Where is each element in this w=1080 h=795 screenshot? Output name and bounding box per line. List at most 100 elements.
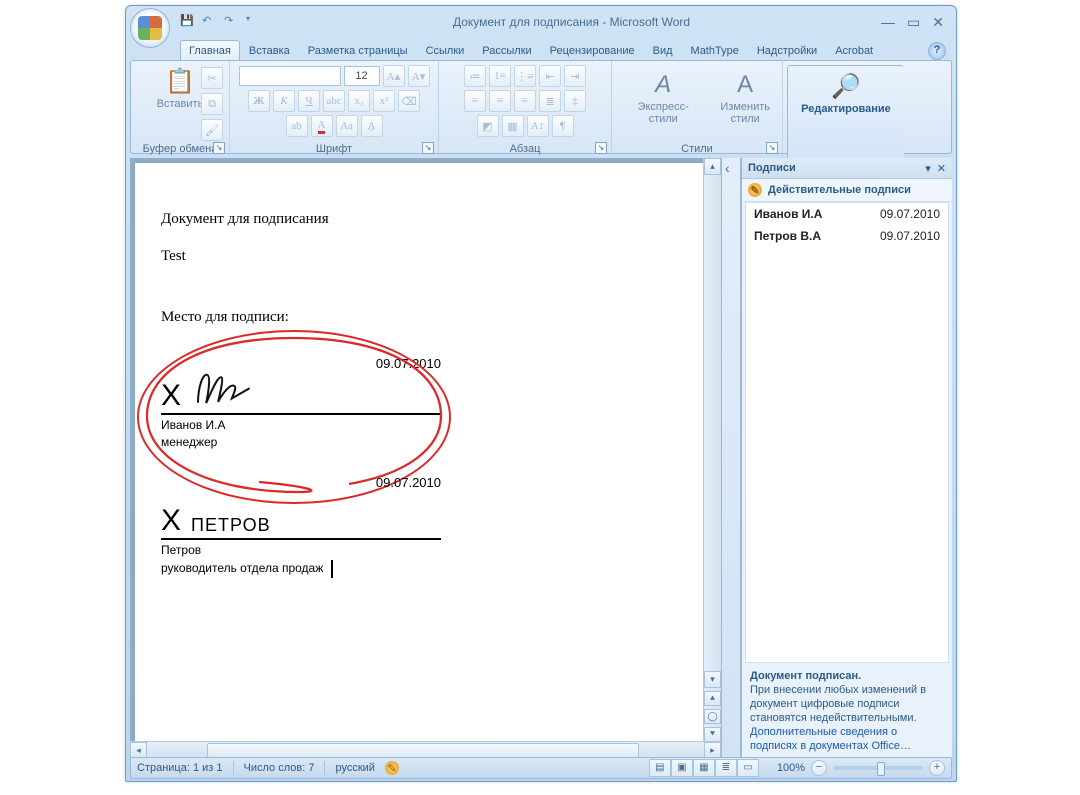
group-editing[interactable]: 🔎 Редактирование bbox=[787, 65, 904, 167]
tab-mathtype[interactable]: MathType bbox=[682, 40, 748, 60]
shrink-font-icon[interactable]: A▾ bbox=[408, 65, 430, 87]
outline-view-icon[interactable]: ≣ bbox=[715, 759, 737, 777]
subscript-button[interactable]: x₂ bbox=[348, 90, 370, 112]
fullscreen-view-icon[interactable]: ▣ bbox=[671, 759, 693, 777]
status-lang[interactable]: русский bbox=[335, 762, 374, 774]
shading-button[interactable]: ◩ bbox=[477, 115, 499, 137]
dialog-launcher-icon[interactable]: ↘ bbox=[595, 142, 607, 154]
group-paragraph: ≔ 1≡ ⋮≡ ⇤ ⇥ ≡ ≡ ≡ ≣ ‡ ◩ ▦ A↕ ¶ Абзац ↘ bbox=[439, 61, 612, 157]
tab-references[interactable]: Ссылки bbox=[417, 40, 474, 60]
tab-addins[interactable]: Надстройки bbox=[748, 40, 826, 60]
draft-view-icon[interactable]: ▭ bbox=[737, 759, 759, 777]
redo-icon[interactable]: ↷ bbox=[224, 14, 240, 30]
vertical-scrollbar[interactable]: ▴ ▾ ⯅ ◯ ⯆ bbox=[703, 158, 721, 742]
web-view-icon[interactable]: ▦ bbox=[693, 759, 715, 777]
signer-name: Петров bbox=[161, 543, 441, 557]
document-area[interactable]: Документ для подписания Test Место для п… bbox=[130, 158, 721, 759]
align-left-button[interactable]: ≡ bbox=[464, 90, 486, 112]
zoom-in-button[interactable]: + bbox=[929, 760, 945, 776]
more-info-link[interactable]: Дополнительные сведения о подписях в док… bbox=[750, 726, 911, 752]
font-size-combo[interactable]: 12 bbox=[344, 66, 380, 86]
font-color-button[interactable]: A bbox=[311, 115, 333, 137]
bullets-button[interactable]: ≔ bbox=[464, 65, 486, 87]
copy-icon[interactable]: ⧉ bbox=[201, 93, 223, 115]
help-button[interactable]: ? bbox=[928, 42, 946, 60]
scroll-down-icon[interactable]: ▾ bbox=[704, 671, 721, 688]
pane-close-icon[interactable]: ✕ bbox=[937, 162, 946, 175]
zoom-value[interactable]: 100% bbox=[777, 762, 805, 774]
status-page[interactable]: Страница: 1 из 1 bbox=[137, 762, 223, 774]
indent-inc-button[interactable]: ⇥ bbox=[564, 65, 586, 87]
show-marks-button[interactable]: ¶ bbox=[552, 115, 574, 137]
status-words[interactable]: Число слов: 7 bbox=[244, 762, 315, 774]
signature-line: X ПЕТРОВ bbox=[161, 490, 441, 540]
signature-row[interactable]: Иванов И.А 09.07.2010 bbox=[746, 203, 948, 225]
pane-menu-icon[interactable]: ▾ bbox=[925, 162, 931, 175]
char-border-button[interactable]: A̲ bbox=[361, 115, 383, 137]
zoom-out-button[interactable]: − bbox=[811, 760, 827, 776]
pane-toggle[interactable] bbox=[721, 158, 741, 759]
change-case-button[interactable]: Aa bbox=[336, 115, 358, 137]
numbering-button[interactable]: 1≡ bbox=[489, 65, 511, 87]
indent-dec-button[interactable]: ⇤ bbox=[539, 65, 561, 87]
underline-button[interactable]: Ч bbox=[298, 90, 320, 112]
undo-icon[interactable]: ↶ bbox=[202, 14, 218, 30]
signature-row[interactable]: Петров В.А 09.07.2010 bbox=[746, 225, 948, 247]
change-styles-button[interactable]: A Изменить стили bbox=[714, 69, 776, 127]
qat-dropdown-icon[interactable]: ▾ bbox=[246, 14, 262, 30]
row-name: Иванов И.А bbox=[754, 207, 822, 221]
signatures-pane: Подписи ▾ ✕ ✎ Действительные подписи Ива… bbox=[741, 158, 952, 759]
tab-view[interactable]: Вид bbox=[644, 40, 682, 60]
scroll-thumb[interactable] bbox=[207, 743, 639, 758]
office-button[interactable] bbox=[130, 8, 170, 48]
align-center-button[interactable]: ≡ bbox=[489, 90, 511, 112]
justify-button[interactable]: ≣ bbox=[539, 90, 561, 112]
dialog-launcher-icon[interactable]: ↘ bbox=[422, 142, 434, 154]
multilevel-button[interactable]: ⋮≡ bbox=[514, 65, 536, 87]
font-family-combo[interactable] bbox=[239, 66, 341, 86]
signature-block-2[interactable]: 09.07.2010 X ПЕТРОВ Петров руководитель … bbox=[161, 475, 441, 578]
italic-button[interactable]: К bbox=[273, 90, 295, 112]
tab-insert[interactable]: Вставка bbox=[240, 40, 299, 60]
dialog-launcher-icon[interactable]: ↘ bbox=[766, 142, 778, 154]
zoom-slider[interactable] bbox=[833, 766, 923, 770]
grow-font-icon[interactable]: A▴ bbox=[383, 65, 405, 87]
cut-icon[interactable]: ✂ bbox=[201, 67, 223, 89]
prev-page-icon[interactable]: ⯅ bbox=[704, 691, 721, 706]
tab-mailings[interactable]: Рассылки bbox=[473, 40, 540, 60]
next-page-icon[interactable]: ⯆ bbox=[704, 727, 721, 742]
doc-test-line: Test bbox=[161, 248, 687, 265]
close-button[interactable]: ✕ bbox=[932, 14, 944, 31]
format-painter-icon[interactable]: 🖌 bbox=[201, 119, 223, 141]
document-page[interactable]: Документ для подписания Test Место для п… bbox=[134, 162, 714, 759]
signature-x-mark: X bbox=[161, 379, 181, 413]
signature-status-icon[interactable]: ✎ bbox=[385, 761, 399, 775]
line-spacing-button[interactable]: ‡ bbox=[564, 90, 586, 112]
clear-format-icon[interactable]: ⌫ bbox=[398, 90, 420, 112]
sort-button[interactable]: A↕ bbox=[527, 115, 549, 137]
dialog-launcher-icon[interactable]: ↘ bbox=[213, 142, 225, 154]
align-right-button[interactable]: ≡ bbox=[514, 90, 536, 112]
strike-button[interactable]: abc bbox=[323, 90, 345, 112]
bold-button[interactable]: Ж bbox=[248, 90, 270, 112]
highlight-button[interactable]: ab bbox=[286, 115, 308, 137]
tab-review[interactable]: Рецензирование bbox=[541, 40, 644, 60]
tab-acrobat[interactable]: Acrobat bbox=[826, 40, 882, 60]
quick-styles-button[interactable]: A Экспресс-стили bbox=[618, 69, 708, 127]
signature-line: X bbox=[161, 371, 441, 415]
print-layout-view-icon[interactable]: ▤ bbox=[649, 759, 671, 777]
scroll-up-icon[interactable]: ▴ bbox=[704, 158, 721, 175]
pane-section-valid: ✎ Действительные подписи bbox=[742, 179, 952, 202]
find-replace-button[interactable]: 🔎 Редактирование bbox=[795, 70, 897, 117]
superscript-button[interactable]: x² bbox=[373, 90, 395, 112]
borders-button[interactable]: ▦ bbox=[502, 115, 524, 137]
minimize-button[interactable]: — bbox=[881, 14, 895, 30]
label: Редактирование bbox=[801, 103, 891, 115]
save-icon[interactable]: 💾 bbox=[180, 14, 196, 30]
signature-block-1[interactable]: 09.07.2010 X Иванов И.А менеджер bbox=[161, 356, 441, 449]
tab-pagelayout[interactable]: Разметка страницы bbox=[299, 40, 417, 60]
maximize-button[interactable]: ▭ bbox=[907, 14, 920, 31]
tab-home[interactable]: Главная bbox=[180, 40, 240, 60]
pane-title: Подписи bbox=[748, 162, 796, 174]
browse-object-icon[interactable]: ◯ bbox=[704, 709, 721, 724]
